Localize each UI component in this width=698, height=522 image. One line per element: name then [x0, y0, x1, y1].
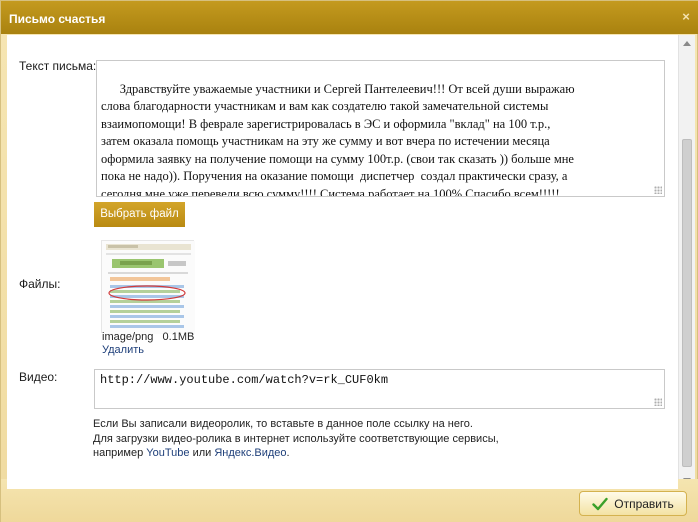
files-label: Файлы: — [19, 277, 61, 291]
screenshot-thumbnail-icon — [102, 241, 195, 334]
video-hint: Если Вы записали видеоролик, то вставьте… — [93, 417, 653, 461]
dialog-window: Письмо счастья × Текст письма: Здравству… — [0, 0, 698, 522]
letter-text-label: Текст письма: — [19, 59, 97, 73]
send-button[interactable]: Отправить — [579, 491, 687, 516]
file-meta: image/png 0.1MB — [102, 331, 194, 343]
footer-divider — [7, 479, 678, 489]
video-label: Видео: — [19, 370, 58, 384]
file-type: image/png — [102, 331, 154, 343]
letter-text-area[interactable]: Здравствуйте уважаемые участники и Серге… — [96, 60, 665, 197]
video-url-field[interactable]: http://www.youtube.com/watch?v=rk_CUF0km — [94, 369, 665, 409]
vertical-scrollbar[interactable] — [678, 35, 695, 489]
delete-file-link[interactable]: Удалить — [102, 344, 144, 356]
hint-line-2: Для загрузки видео-ролика в интернет исп… — [93, 432, 499, 445]
check-icon — [592, 497, 608, 510]
resize-grip-icon[interactable] — [654, 398, 662, 406]
hint-or: или — [192, 447, 212, 459]
choose-file-button[interactable]: Выбрать файл — [94, 202, 185, 227]
yandex-video-link[interactable]: Яндекс.Видео — [214, 447, 286, 459]
close-icon[interactable]: × — [679, 10, 693, 24]
dialog-content: Текст письма: Здравствуйте уважаемые уча… — [7, 35, 678, 479]
attached-image-thumbnail[interactable] — [101, 240, 195, 334]
hint-line-3: например YouTube или Яндекс.Видео. — [93, 446, 653, 461]
hint-prefix: например — [93, 447, 144, 459]
resize-grip-icon[interactable] — [654, 186, 662, 194]
dialog-title: Письмо счастья — [9, 12, 106, 26]
dialog-titlebar: Письмо счастья × — [1, 1, 698, 34]
hint-period: . — [286, 447, 290, 459]
file-size: 0.1MB — [162, 331, 195, 343]
youtube-link[interactable]: YouTube — [146, 447, 189, 459]
video-url-value: http://www.youtube.com/watch?v=rk_CUF0km — [100, 373, 389, 387]
letter-text-content: Здравствуйте уважаемые участники и Серге… — [101, 81, 575, 197]
scrollbar-thumb[interactable] — [682, 139, 692, 467]
send-button-label: Отправить — [614, 496, 674, 511]
hint-line-1: Если Вы записали видеоролик, то вставьте… — [93, 418, 473, 430]
scroll-up-icon[interactable] — [683, 41, 691, 46]
